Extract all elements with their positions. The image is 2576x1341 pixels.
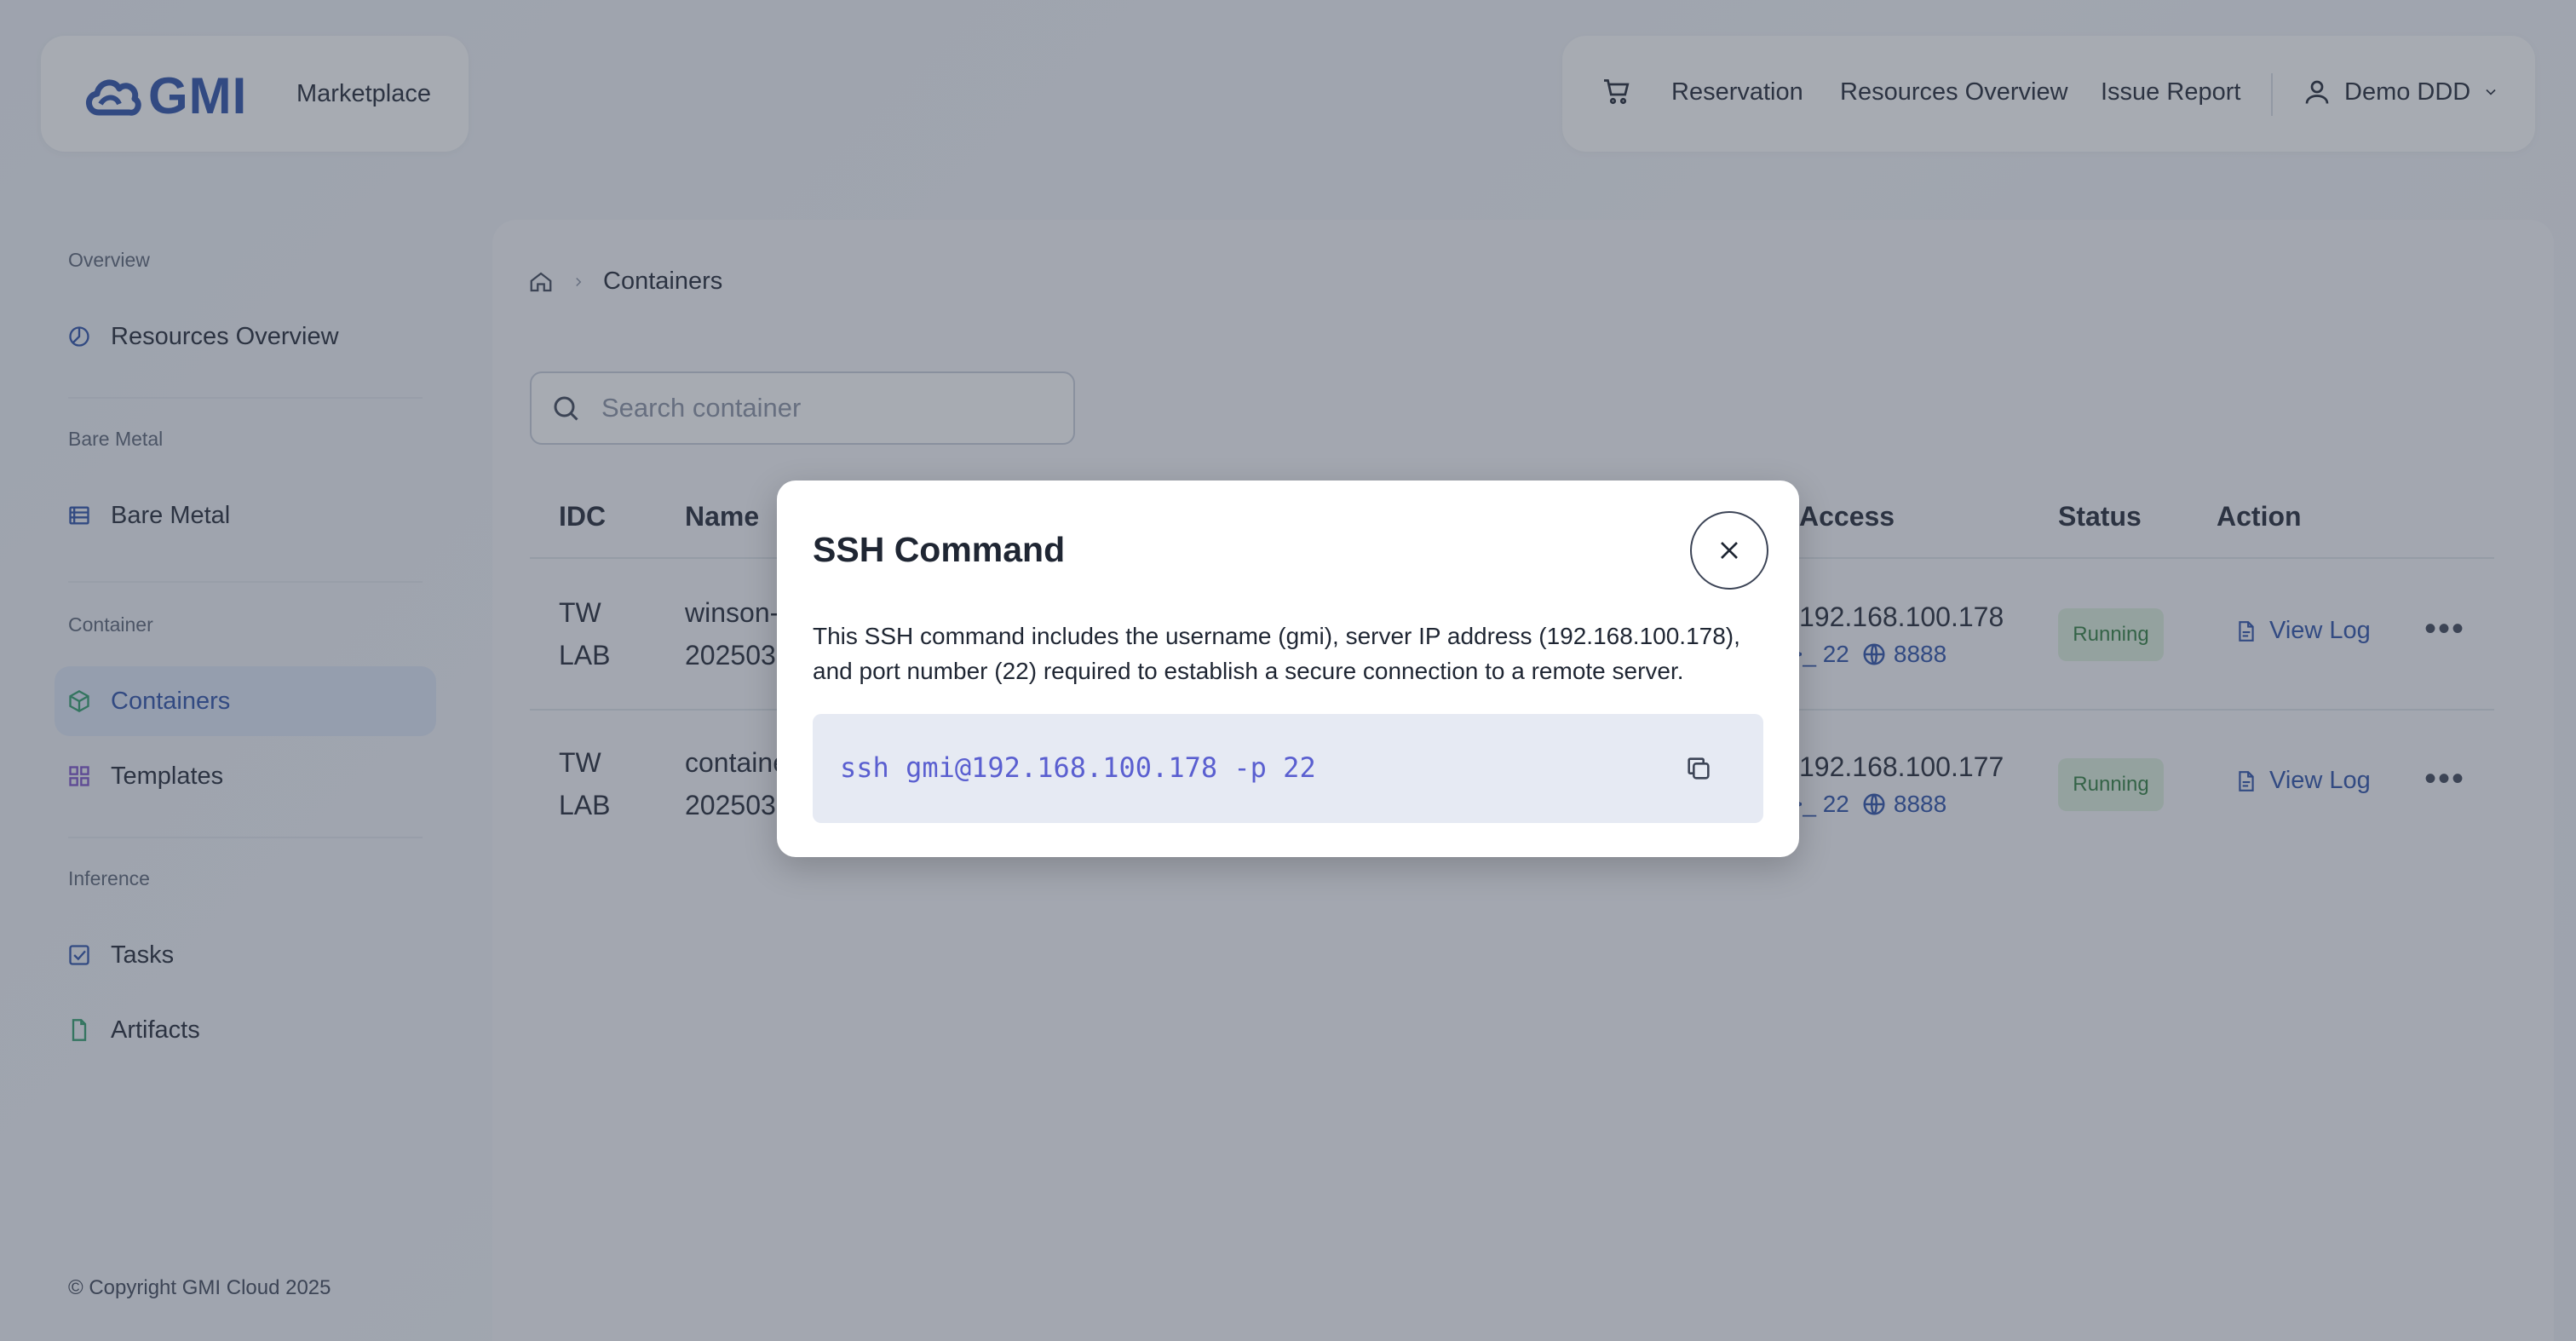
ssh-command-modal: SSH Command This SSH command includes th… (777, 481, 1799, 857)
modal-title: SSH Command (813, 530, 1066, 569)
close-button[interactable] (1690, 511, 1768, 590)
modal-description: This SSH command includes the username (… (813, 623, 1740, 684)
close-icon (1721, 542, 1738, 559)
copy-icon (1688, 757, 1710, 780)
copy-button[interactable] (1682, 751, 1716, 786)
ssh-command-text[interactable]: ssh gmi@192.168.100.178 -p 22 (840, 751, 1316, 784)
ssh-command-box: ssh gmi@192.168.100.178 -p 22 (813, 714, 1763, 823)
